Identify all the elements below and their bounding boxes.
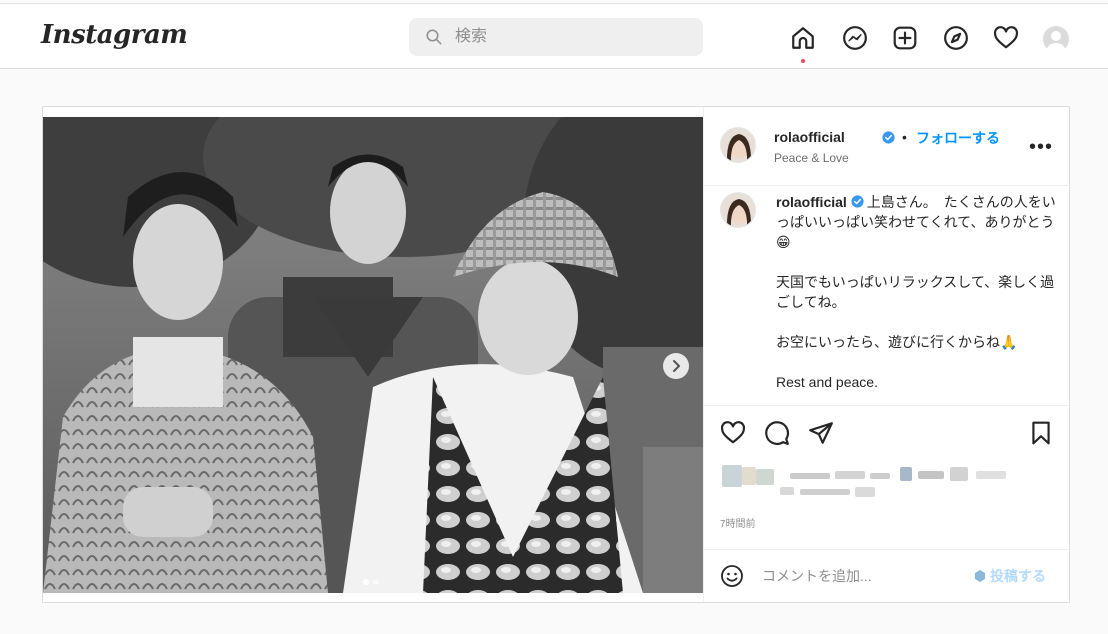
author-photo <box>721 128 755 162</box>
comment-icon <box>765 421 789 445</box>
liked-by-blurred <box>720 461 1040 503</box>
more-options-button[interactable]: ••• <box>1029 137 1053 157</box>
carousel-indicator <box>363 579 379 585</box>
author-avatar[interactable] <box>720 127 756 163</box>
emoji-button[interactable] <box>720 564 744 588</box>
carousel-next-button[interactable] <box>663 353 689 379</box>
post-timestamp[interactable]: 7時間前 <box>720 515 756 530</box>
search-icon <box>426 29 442 45</box>
send-icon <box>809 422 833 444</box>
profile-avatar[interactable] <box>1043 26 1069 52</box>
messenger-icon[interactable] <box>842 25 868 51</box>
caption-username[interactable]: rolaofficial <box>776 194 847 210</box>
caption-paragraph: rolaofficial 上島さん。 たくさんの人をいっぱいいっぱい笑わせてくれて… <box>776 192 1061 252</box>
comment-bubble-icon <box>975 570 985 582</box>
caption-line: Rest and peace. <box>776 374 878 390</box>
comment-button[interactable] <box>764 420 790 446</box>
post-card: rolaofficial • フォローする Peace & Love ••• r… <box>42 106 1071 603</box>
share-button[interactable] <box>808 420 834 446</box>
author-photo <box>721 193 755 227</box>
search-input[interactable] <box>455 22 685 52</box>
heart-icon <box>720 421 746 444</box>
verified-badge-icon <box>882 131 895 144</box>
post-photo[interactable] <box>43 117 703 593</box>
explore-icon[interactable] <box>943 25 969 51</box>
chevron-right-icon <box>673 360 680 372</box>
comment-bar: 投稿する <box>704 549 1071 602</box>
top-navigation-bar: Instagram <box>0 3 1108 69</box>
activity-heart-icon[interactable] <box>993 25 1019 51</box>
new-post-icon[interactable] <box>892 25 918 51</box>
post-actions <box>704 405 1071 465</box>
default-avatar-icon <box>1047 31 1065 52</box>
separator-dot: • <box>902 129 907 145</box>
like-button[interactable] <box>720 420 746 446</box>
notification-dot <box>801 59 805 63</box>
instagram-logo[interactable]: Instagram <box>41 20 188 50</box>
post-comment-button[interactable]: 投稿する <box>974 566 1046 586</box>
post-caption: rolaofficial 上島さん。 たくさんの人をいっぱいいっぱい笑わせてくれて… <box>776 192 1061 412</box>
post-header: rolaofficial • フォローする Peace & Love ••• <box>704 107 1071 186</box>
caption-line: お空にいったら、遊びに行くからね🙏 <box>776 334 1018 350</box>
smiley-icon <box>721 565 743 587</box>
bookmark-icon <box>1032 421 1050 445</box>
post-sidebar: rolaofficial • フォローする Peace & Love ••• r… <box>703 107 1071 602</box>
save-button[interactable] <box>1028 420 1054 446</box>
author-username[interactable]: rolaofficial <box>774 129 845 145</box>
follow-button[interactable]: フォローする <box>916 128 1000 148</box>
post-comment-label: 投稿する <box>990 568 1046 584</box>
home-icon[interactable] <box>790 25 816 51</box>
caption-line: 天国でもいっぱいリラックスして、楽しく過ごしてね。 <box>776 274 1055 310</box>
post-location[interactable]: Peace & Love <box>774 151 849 165</box>
comment-input[interactable] <box>762 564 962 588</box>
carousel-dot <box>363 579 369 585</box>
photo-image <box>43 117 703 593</box>
caption-author-avatar[interactable] <box>720 192 756 228</box>
verified-badge-icon <box>851 195 864 208</box>
carousel-dot <box>373 579 379 585</box>
search-box[interactable] <box>409 18 703 56</box>
